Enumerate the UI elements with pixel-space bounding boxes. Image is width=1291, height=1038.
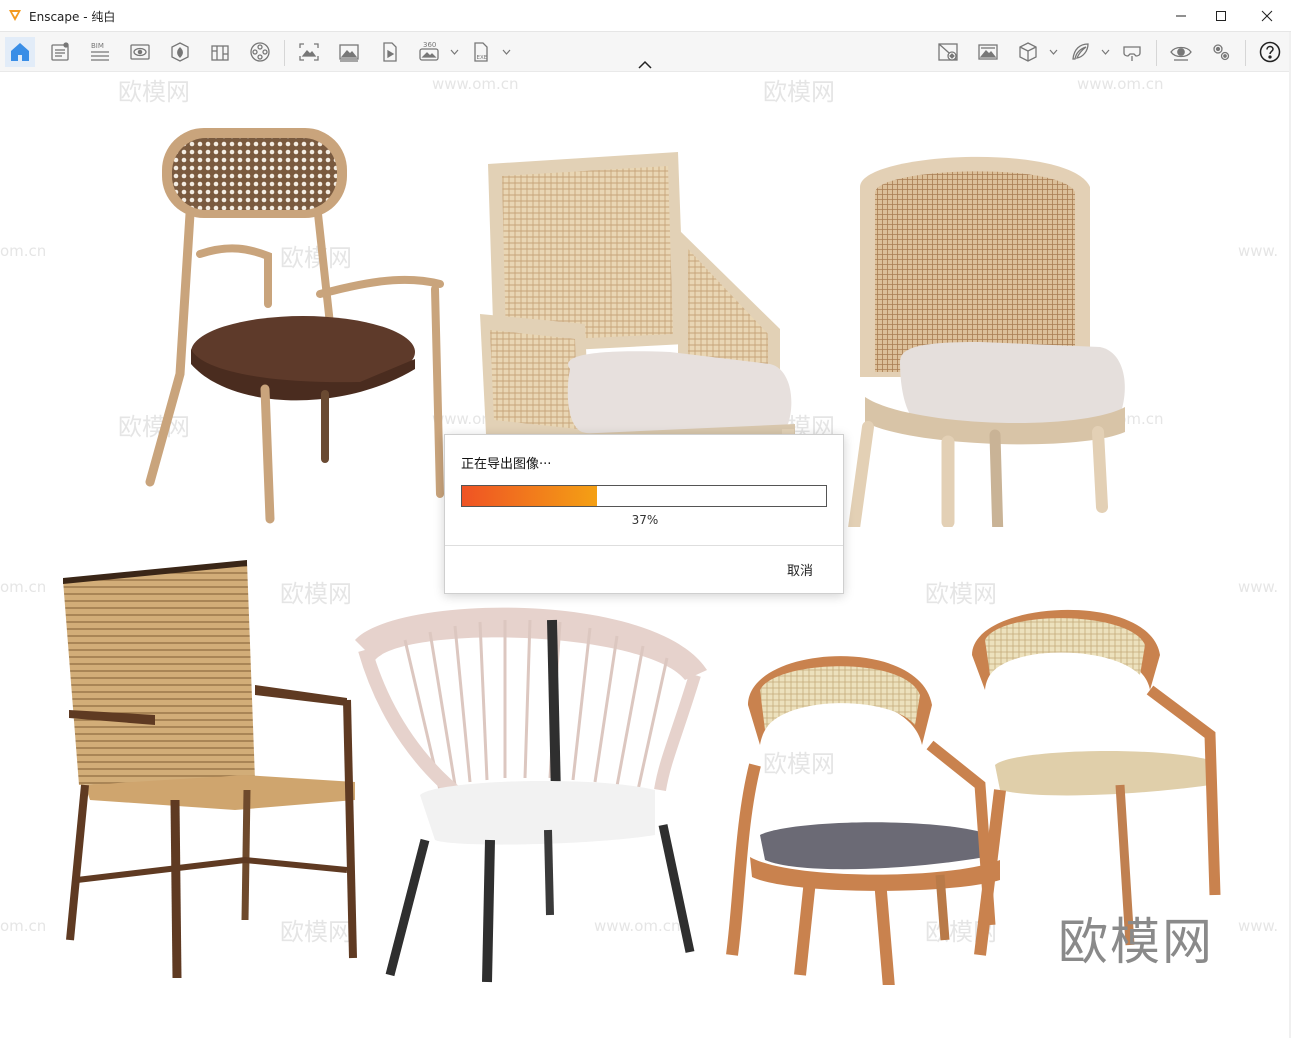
chair-cane-barrel-chair — [848, 156, 1125, 527]
settings-icon — [1213, 44, 1230, 61]
collapse-toolbar-icon[interactable] — [636, 58, 654, 72]
window-title-separator: - — [79, 10, 92, 24]
export-dropdown[interactable] — [500, 42, 512, 62]
visual-settings-icon — [1170, 46, 1192, 61]
no-preview-icon — [938, 43, 958, 61]
brand-watermark: 欧模网 — [1058, 913, 1214, 971]
asset-library-button[interactable] — [165, 37, 195, 67]
panorama-dropdown[interactable] — [448, 42, 460, 62]
bim-icon: BIM — [91, 42, 109, 61]
watermark-edge: www. — [1238, 578, 1279, 596]
cube-view-button[interactable] — [1013, 37, 1043, 67]
window-document-name: 纯白 — [91, 10, 116, 24]
close-icon — [1261, 10, 1273, 21]
cancel-button[interactable]: 取消 — [787, 560, 813, 579]
toolbar-separator — [1245, 40, 1246, 66]
watermark-edge: om.cn — [0, 917, 47, 935]
chair-rope-tub-chair — [355, 607, 707, 983]
watermark-edge: om.cn — [0, 242, 47, 260]
title-bar: Enscape - 纯白 — [0, 0, 1291, 32]
visual-settings-button[interactable] — [1166, 37, 1196, 67]
watermark-edge: www. — [1238, 917, 1279, 935]
general-settings-button[interactable] — [1206, 37, 1236, 67]
cube-view-icon — [1019, 42, 1037, 62]
panorama-button[interactable]: 360 — [414, 37, 444, 67]
window-app-name: Enscape — [29, 10, 80, 24]
screenshot-button[interactable] — [294, 37, 324, 67]
watermark-url: www.om.cn — [1077, 75, 1164, 93]
help-button[interactable] — [1255, 37, 1285, 67]
minimize-icon — [1176, 15, 1186, 16]
toolbar-separator — [284, 40, 285, 66]
home-button[interactable] — [5, 37, 35, 67]
screenshot-icon — [299, 43, 319, 61]
vr-headset-button[interactable] — [1117, 37, 1147, 67]
panorama-360-icon: 360 — [419, 41, 439, 61]
export-progress-fill — [462, 486, 597, 506]
video-editor-button[interactable] — [374, 37, 404, 67]
chevron-down-icon — [502, 49, 510, 55]
sync-views-button[interactable] — [973, 37, 1003, 67]
close-button[interactable] — [1244, 0, 1290, 31]
exe-label: EXE — [477, 55, 488, 61]
enscape-logo-icon — [9, 10, 21, 21]
vr-headset-icon — [1123, 46, 1141, 61]
materials-button[interactable] — [205, 37, 235, 67]
feather-dropdown[interactable] — [1099, 42, 1111, 62]
chevron-down-icon — [1049, 49, 1057, 55]
watermark-edge: om.cn — [0, 578, 47, 596]
watermark-text: 欧模网 — [763, 78, 835, 106]
maximize-button[interactable] — [1198, 0, 1244, 31]
export-progress-percent: 37% — [631, 513, 659, 527]
bim-button[interactable]: BIM — [85, 37, 115, 67]
asset-library-icon — [171, 42, 189, 62]
maximize-icon — [1216, 10, 1226, 21]
batch-render-button[interactable] — [334, 37, 364, 67]
watermark-text: 欧模网 — [118, 78, 190, 106]
chair-rattan-back-armchair — [145, 128, 444, 524]
video-icon — [383, 42, 397, 62]
batch-render-icon — [339, 44, 359, 62]
watermark-url: www.om.cn — [432, 75, 519, 93]
watermark-edge: www. — [1238, 242, 1279, 260]
view-icon — [130, 44, 150, 60]
export-status-message: 正在导出图像··· — [461, 457, 552, 472]
bim-label: BIM — [91, 42, 104, 50]
view-button[interactable] — [125, 37, 155, 67]
feather-icon — [1072, 43, 1089, 60]
cube-view-dropdown[interactable] — [1047, 42, 1059, 62]
chair-rope-armchair — [63, 560, 357, 979]
no-preview-button[interactable] — [933, 37, 963, 67]
exe-export-icon: EXE — [474, 42, 488, 62]
properties-panel-icon — [51, 42, 69, 61]
home-icon — [11, 43, 29, 61]
export-progress-dialog: 正在导出图像··· 37% 取消 — [444, 434, 844, 594]
media-icon — [250, 42, 270, 62]
chevron-down-icon — [1101, 49, 1109, 55]
dialog-divider — [445, 545, 843, 546]
materials-icon — [211, 45, 229, 61]
toolbar-separator — [1156, 40, 1157, 66]
sync-views-icon — [978, 44, 998, 60]
properties-panel-button[interactable] — [45, 37, 75, 67]
export-progress-bar — [461, 485, 827, 507]
feather-button[interactable] — [1065, 37, 1095, 67]
help-icon — [1259, 41, 1281, 63]
media-button[interactable] — [245, 37, 275, 67]
chevron-down-icon — [450, 49, 458, 55]
exe-export-button[interactable]: EXE — [466, 37, 496, 67]
panorama-label: 360 — [423, 41, 436, 49]
window-title: Enscape - 纯白 — [29, 8, 115, 25]
